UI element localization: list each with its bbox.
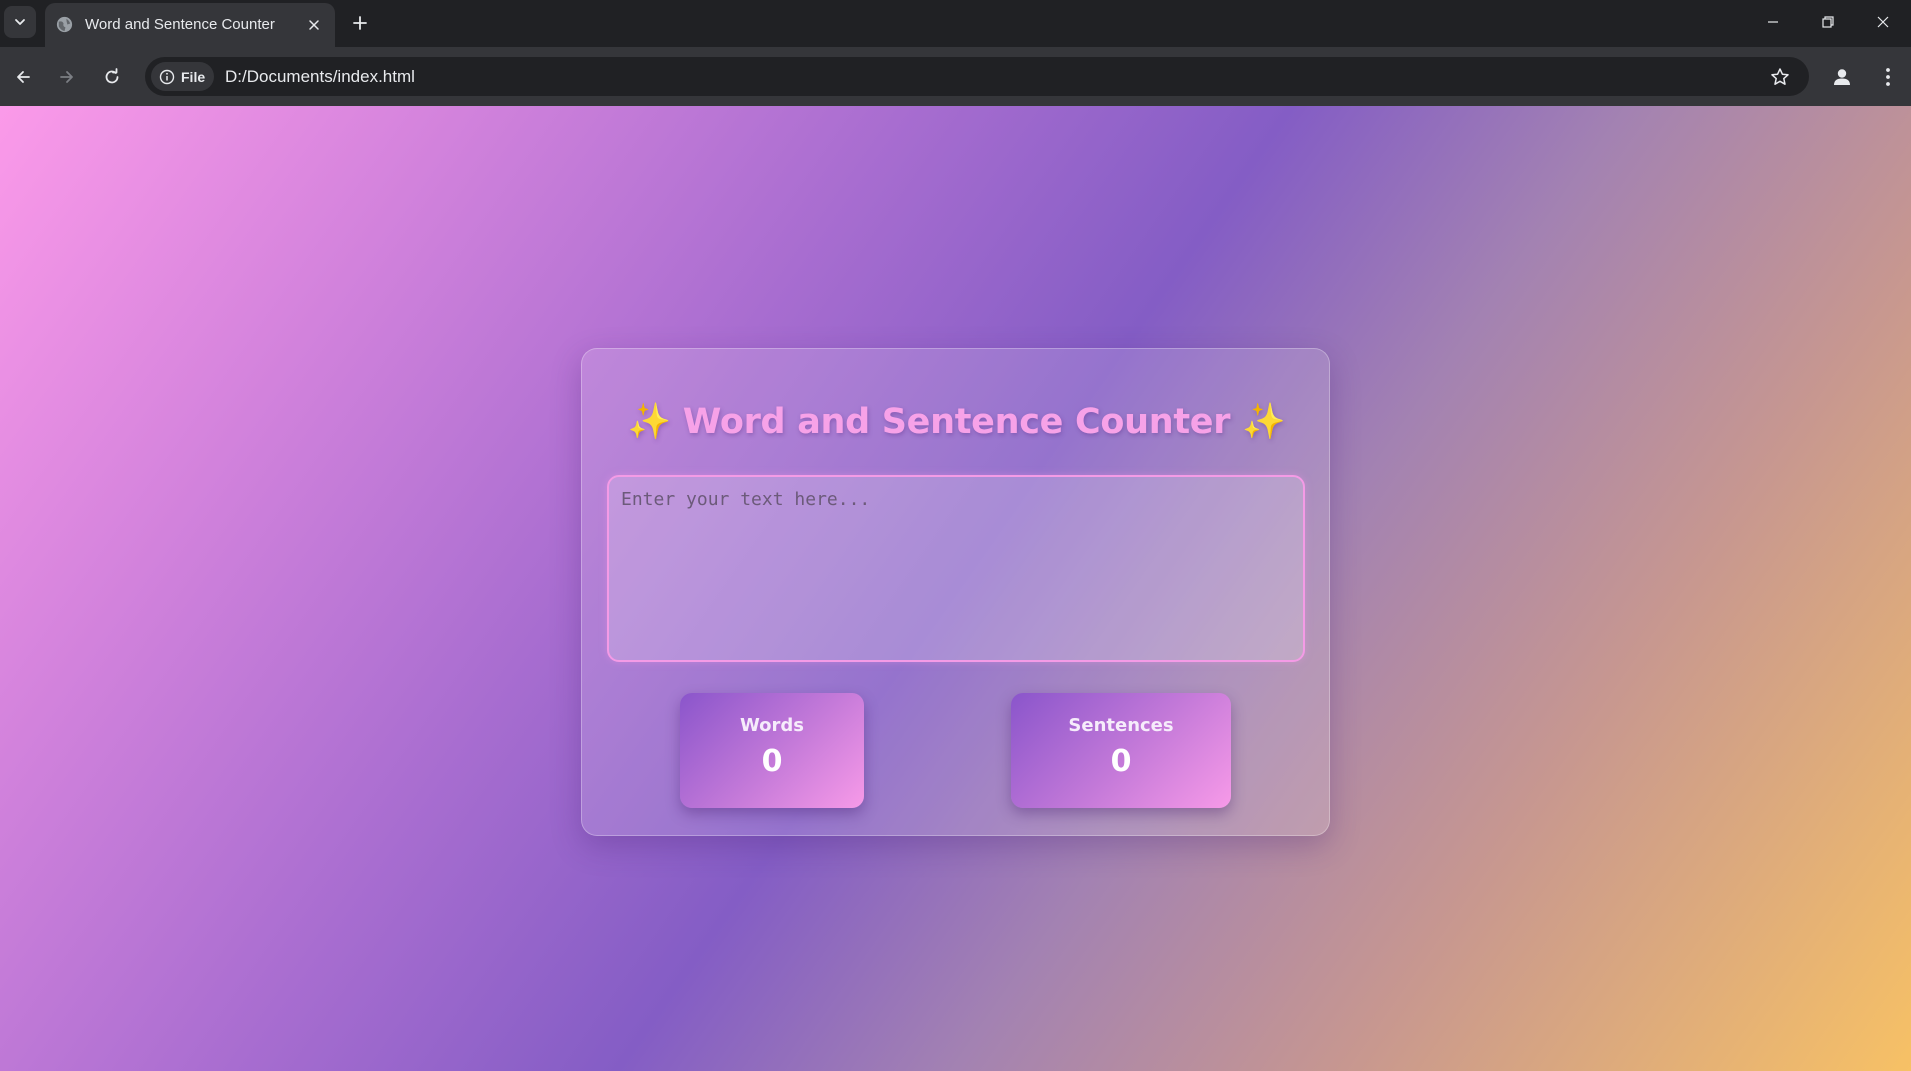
tab-title: Word and Sentence Counter [85, 16, 275, 33]
globe-icon [56, 16, 73, 33]
page-viewport: ✨ Word and Sentence Counter ✨ Words 0 Se… [0, 106, 1911, 1071]
minimize-button[interactable] [1745, 0, 1801, 44]
sentence-count-label: Sentences [1068, 715, 1174, 736]
more-vert-icon [1886, 68, 1890, 86]
star-icon [1771, 68, 1789, 85]
reload-icon [105, 68, 119, 84]
counter-card: ✨ Word and Sentence Counter ✨ Words 0 Se… [581, 348, 1330, 836]
address-bar[interactable]: File D:/Documents/index.html [145, 57, 1809, 96]
sparkles-icon: ✨ [1242, 402, 1286, 442]
bookmark-button[interactable] [1767, 64, 1793, 90]
restore-button[interactable] [1800, 0, 1856, 44]
forward-button[interactable] [52, 62, 82, 92]
plus-icon [353, 16, 367, 30]
text-input[interactable] [607, 475, 1305, 662]
page-title: ✨ Word and Sentence Counter ✨ [582, 401, 1331, 442]
arrow-right-icon [60, 71, 73, 83]
word-count-label: Words [739, 715, 805, 736]
tab-close-button[interactable] [303, 14, 325, 36]
page-title-text: Word and Sentence Counter [682, 402, 1231, 442]
sentence-count-value: 0 [1110, 744, 1132, 779]
chevron-down-icon [15, 19, 25, 25]
profile-button[interactable] [1826, 61, 1858, 93]
site-info-chip[interactable]: File [151, 62, 215, 91]
word-count-box: Words 0 [680, 693, 864, 808]
browser-title-bar: Word and Sentence Counter [0, 0, 1911, 47]
profile-icon [1834, 69, 1850, 85]
url-text: D:/Documents/index.html [225, 67, 415, 86]
reload-button[interactable] [97, 62, 127, 92]
back-button[interactable] [8, 62, 38, 92]
word-count-value: 0 [761, 744, 783, 779]
site-info-label: File [181, 68, 206, 85]
browser-tab[interactable]: Word and Sentence Counter [45, 3, 335, 47]
new-tab-button[interactable] [346, 9, 374, 37]
restore-icon [1822, 16, 1834, 28]
close-icon [309, 20, 319, 30]
menu-button[interactable] [1872, 61, 1904, 93]
close-window-button[interactable] [1855, 0, 1911, 44]
tab-search-button[interactable] [4, 6, 36, 38]
browser-toolbar: File D:/Documents/index.html [0, 47, 1911, 106]
minimize-icon [1768, 21, 1778, 23]
close-icon [1877, 16, 1889, 28]
sparkles-icon: ✨ [627, 402, 672, 442]
info-icon [159, 69, 175, 84]
arrow-left-icon [17, 71, 30, 83]
sentence-count-box: Sentences 0 [1011, 693, 1231, 808]
